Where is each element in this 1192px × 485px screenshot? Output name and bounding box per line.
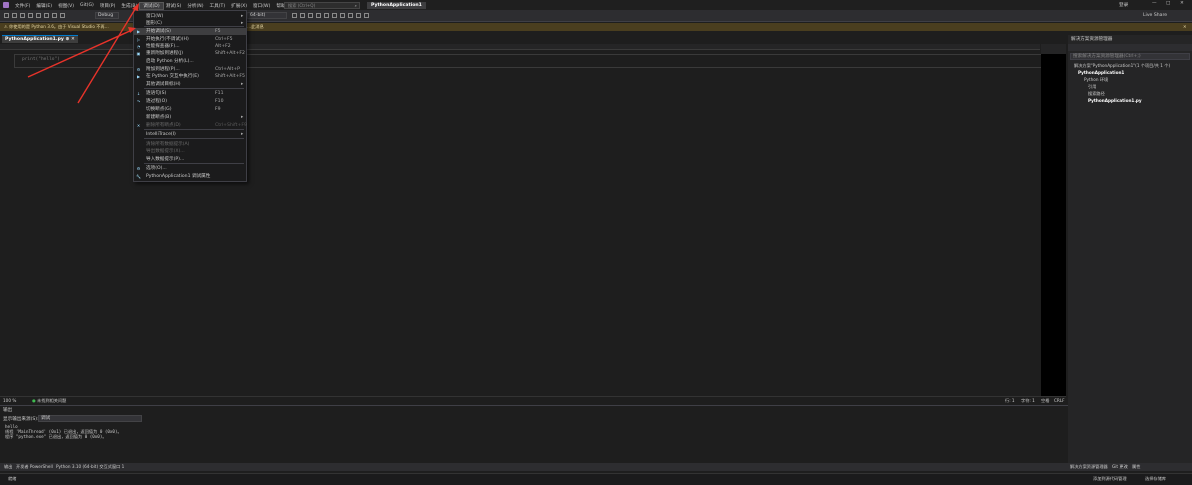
arrow-line <box>27 29 133 78</box>
arrow-line <box>77 5 138 104</box>
annotation-arrows <box>27 3 139 104</box>
arrow-head <box>132 3 139 11</box>
arrow-head <box>128 27 136 33</box>
